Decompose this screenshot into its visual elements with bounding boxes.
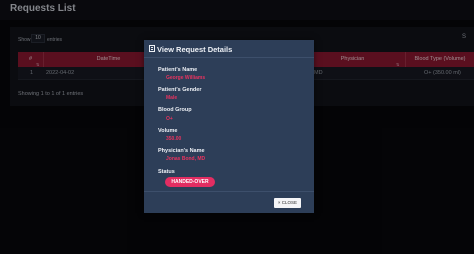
volume-label: Volume [158, 128, 178, 134]
physician-name-value: Jonas Bond, MD [166, 156, 206, 162]
volume-value: 350.00 [166, 136, 182, 142]
patient-name-label: Patient's Name [158, 67, 198, 73]
modal-footer-divider [144, 191, 314, 192]
close-button[interactable]: × CLOSE [274, 198, 301, 208]
status-badge: HANDED-OVER [165, 177, 215, 187]
request-details-modal: View Request Details Patient's Name Geor… [144, 40, 314, 213]
physician-name-label: Physician's Name [158, 148, 205, 154]
patient-gender-label: Patient's Gender [158, 87, 202, 93]
modal-title: View Request Details [157, 45, 233, 54]
patient-name-value: George Williams [166, 75, 206, 81]
status-label: Status [158, 169, 175, 175]
patient-gender-value: Male [166, 95, 178, 101]
modal-header: View Request Details [144, 40, 314, 58]
document-icon [149, 45, 155, 52]
blood-group-label: Blood Group [158, 107, 192, 113]
blood-group-value: O+ [166, 116, 173, 122]
